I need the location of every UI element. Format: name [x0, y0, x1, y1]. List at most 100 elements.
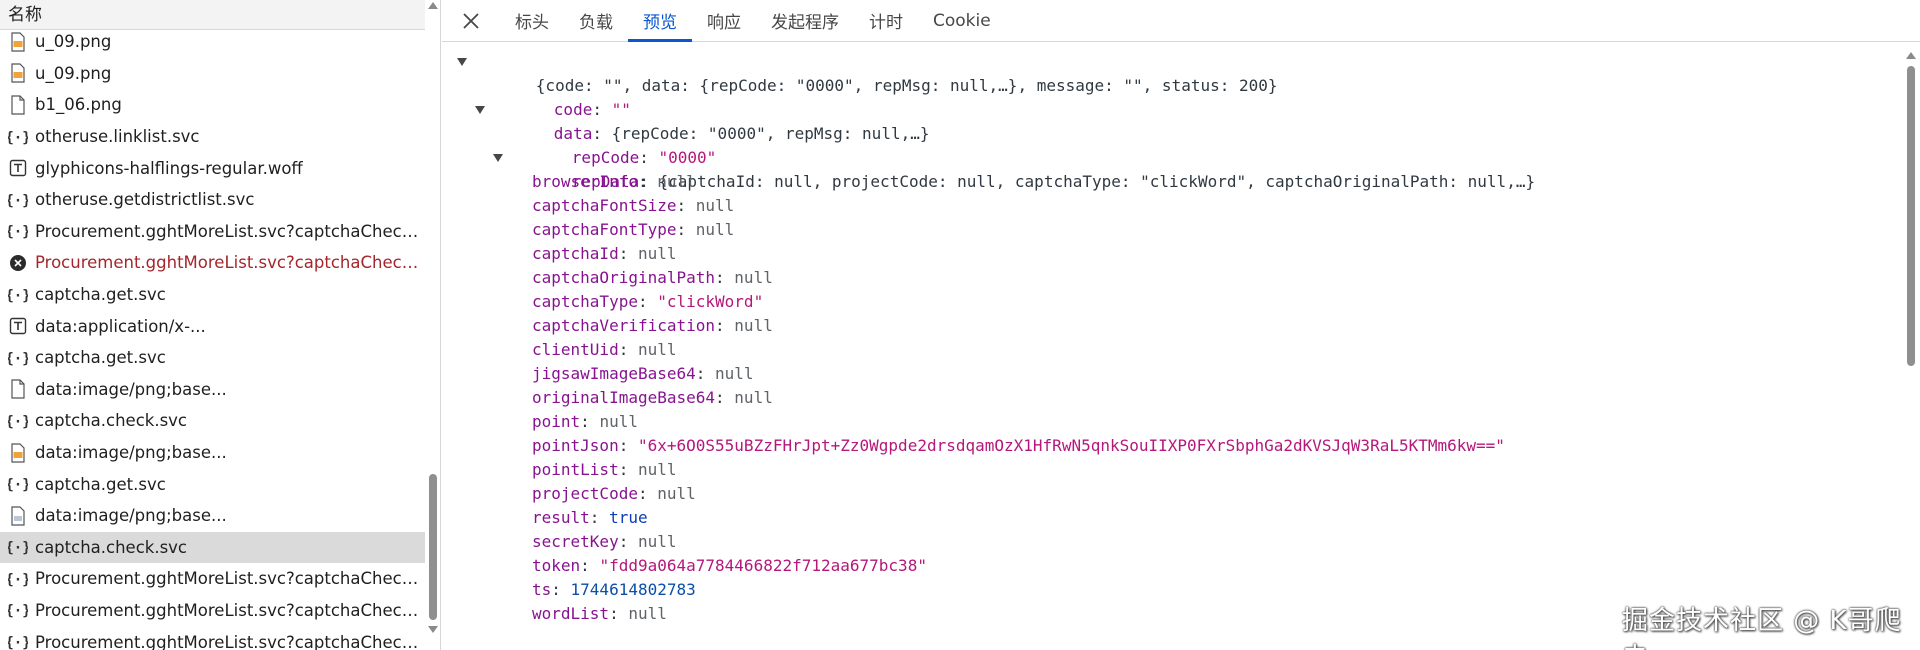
tab-response[interactable]: 响应 [692, 0, 756, 41]
request-row[interactable]: b1_06.png [0, 89, 425, 121]
request-row[interactable]: Procurement.gghtMoreList.svc?captchaChec… [0, 247, 425, 279]
field-value: null [695, 220, 735, 239]
braces-icon: {·} [8, 631, 28, 650]
expand-triangle-icon[interactable] [457, 58, 467, 66]
expand-triangle-icon[interactable] [475, 106, 485, 114]
field-key: browserInfo [532, 172, 638, 191]
request-list-scrollbar[interactable] [425, 0, 440, 650]
tree-line-field: pointList: null [532, 460, 677, 479]
close-detail-button[interactable] [442, 0, 500, 41]
request-row-label: captcha.check.svc [35, 537, 187, 557]
request-row[interactable]: data:image/png;base... [0, 437, 425, 469]
tree-line-field: pointJson: "6x+6O0S55uBZzFHrJpt+Zz0Wgpde… [532, 436, 1505, 455]
file-icon [8, 94, 28, 116]
braces-icon: {·} [8, 473, 28, 495]
tree-line-field: captchaType: "clickWord" [532, 292, 764, 311]
request-list: u_09.png u_09.png b1_06.png {·} otheruse.lin… [0, 26, 425, 650]
braces-icon: {·} [8, 189, 28, 211]
braces-icon: {·} [8, 410, 28, 432]
request-row[interactable]: {·} captcha.check.svc [0, 405, 425, 437]
preview-scrollbar[interactable] [1904, 50, 1918, 650]
scroll-up-arrow-icon[interactable] [1906, 52, 1916, 59]
request-row[interactable]: u_09.png [0, 58, 425, 90]
tab-headers[interactable]: 标头 [500, 0, 564, 41]
request-row[interactable]: glyphicons-halflings-regular.woff [0, 152, 425, 184]
braces-icon: {·} [8, 220, 28, 242]
request-row-label: otheruse.getdistrictlist.svc [35, 190, 255, 210]
detail-tabbar: 标头 负载 预览 响应 发起程序 计时 Cookie [442, 0, 1920, 42]
request-detail-pane: 标头 负载 预览 响应 发起程序 计时 Cookie {code: "", da… [442, 0, 1920, 650]
request-row[interactable]: {·} Procurement.gghtMoreList.svc?captchaC… [0, 563, 425, 595]
tree-line-field: token: "fdd9a064a7784466822f712aa677bc38… [532, 556, 927, 575]
file-icon [8, 378, 28, 400]
json-preview-tree: {code: "", data: {repCode: "0000", repMs… [442, 50, 1902, 650]
field-value: true [609, 508, 648, 527]
svg-text:{·}: {·} [8, 477, 28, 493]
name-column-header[interactable]: 名称 [0, 0, 425, 30]
request-row[interactable]: data:application/x-... [0, 310, 425, 342]
request-row[interactable]: {·} Procurement.gghtMoreList.svc?captchaC… [0, 595, 425, 627]
tree-root-line[interactable]: {code: "", data: {repCode: "0000", repMs… [442, 50, 1902, 95]
svg-text:{·}: {·} [8, 351, 28, 367]
svg-text:{·}: {·} [8, 288, 28, 304]
request-row[interactable]: {·} otheruse.linklist.svc [0, 121, 425, 153]
field-key: wordList [532, 604, 610, 623]
tab-payload[interactable]: 负载 [564, 0, 628, 41]
scroll-thumb[interactable] [429, 474, 437, 620]
request-row[interactable]: {·} captcha.get.svc [0, 279, 425, 311]
tree-line-field: originalImageBase64: null [532, 388, 773, 407]
field-value: null [637, 460, 677, 479]
tree-line-field: ts: 1744614802783 [532, 580, 696, 599]
field-value: null [734, 388, 773, 407]
field-key: ts [532, 580, 552, 599]
font-icon [8, 315, 28, 337]
field-value: null [637, 532, 677, 551]
scroll-down-arrow-icon[interactable] [428, 626, 438, 633]
font-icon [8, 157, 28, 179]
request-row[interactable]: {·} Procurement.gghtMoreList.svc?captchaC… [0, 216, 425, 248]
request-row[interactable]: {·} captcha.get.svc [0, 468, 425, 500]
field-value: null [599, 412, 638, 431]
request-row[interactable]: data:image/png;base... [0, 500, 425, 532]
close-icon [463, 12, 479, 29]
field-value: "6x+6O0S55uBZzFHrJpt+Zz0Wgpde2drsdqamOzX… [637, 436, 1505, 455]
svg-text:{·}: {·} [8, 540, 28, 556]
tree-line-repdata[interactable]: repData: {captchaId: null, projectCode: … [442, 146, 1902, 191]
request-row-label: otheruse.linklist.svc [35, 127, 200, 147]
field-value: null [657, 484, 696, 503]
tree-line-field: secretKey: null [532, 532, 677, 551]
expand-triangle-icon[interactable] [493, 154, 503, 162]
field-value: null [637, 340, 677, 359]
request-row[interactable]: {·} otheruse.getdistrictlist.svc [0, 184, 425, 216]
tab-cookies[interactable]: Cookie [918, 0, 1006, 41]
tree-line-field: result: true [532, 508, 648, 527]
field-key: token [532, 556, 581, 575]
request-row-label: captcha.check.svc [35, 411, 187, 431]
tree-line-data[interactable]: data: {repCode: "0000", repMsg: null,…} [442, 98, 1902, 143]
field-key: projectCode [532, 484, 638, 503]
tree-line-field: browserInfo: null [532, 172, 696, 191]
svg-text:{·}: {·} [8, 130, 28, 146]
field-value: "clickWord" [657, 292, 764, 311]
field-value: null [637, 244, 677, 263]
request-row[interactable]: {·} captcha.get.svc [0, 342, 425, 374]
tree-line-field: captchaVerification: null [532, 316, 773, 335]
field-value: null [695, 196, 735, 215]
request-row[interactable]: data:image/png;base... [0, 374, 425, 406]
scroll-thumb[interactable] [1907, 66, 1915, 366]
request-row[interactable]: {·} captcha.check.svc [0, 531, 425, 564]
svg-text:{·}: {·} [8, 414, 28, 430]
request-row-label: b1_06.png [35, 95, 122, 115]
request-row-label: captcha.get.svc [35, 348, 166, 368]
braces-icon: {·} [8, 568, 28, 590]
tab-initiator[interactable]: 发起程序 [756, 0, 854, 41]
field-value: "fdd9a064a7784466822f712aa677bc38" [599, 556, 927, 575]
tab-preview[interactable]: 预览 [628, 0, 692, 42]
scroll-up-arrow-icon[interactable] [428, 2, 438, 9]
request-row[interactable]: u_09.png [0, 26, 425, 58]
png-file-icon [8, 62, 28, 84]
field-value: null [628, 604, 667, 623]
request-row[interactable]: {·} Procurement.gghtMoreList.svc?captchaC… [0, 626, 425, 650]
repdata-fields: browserInfo: null captchaFontSize: null ca… [442, 170, 1902, 626]
tab-timing[interactable]: 计时 [854, 0, 918, 41]
